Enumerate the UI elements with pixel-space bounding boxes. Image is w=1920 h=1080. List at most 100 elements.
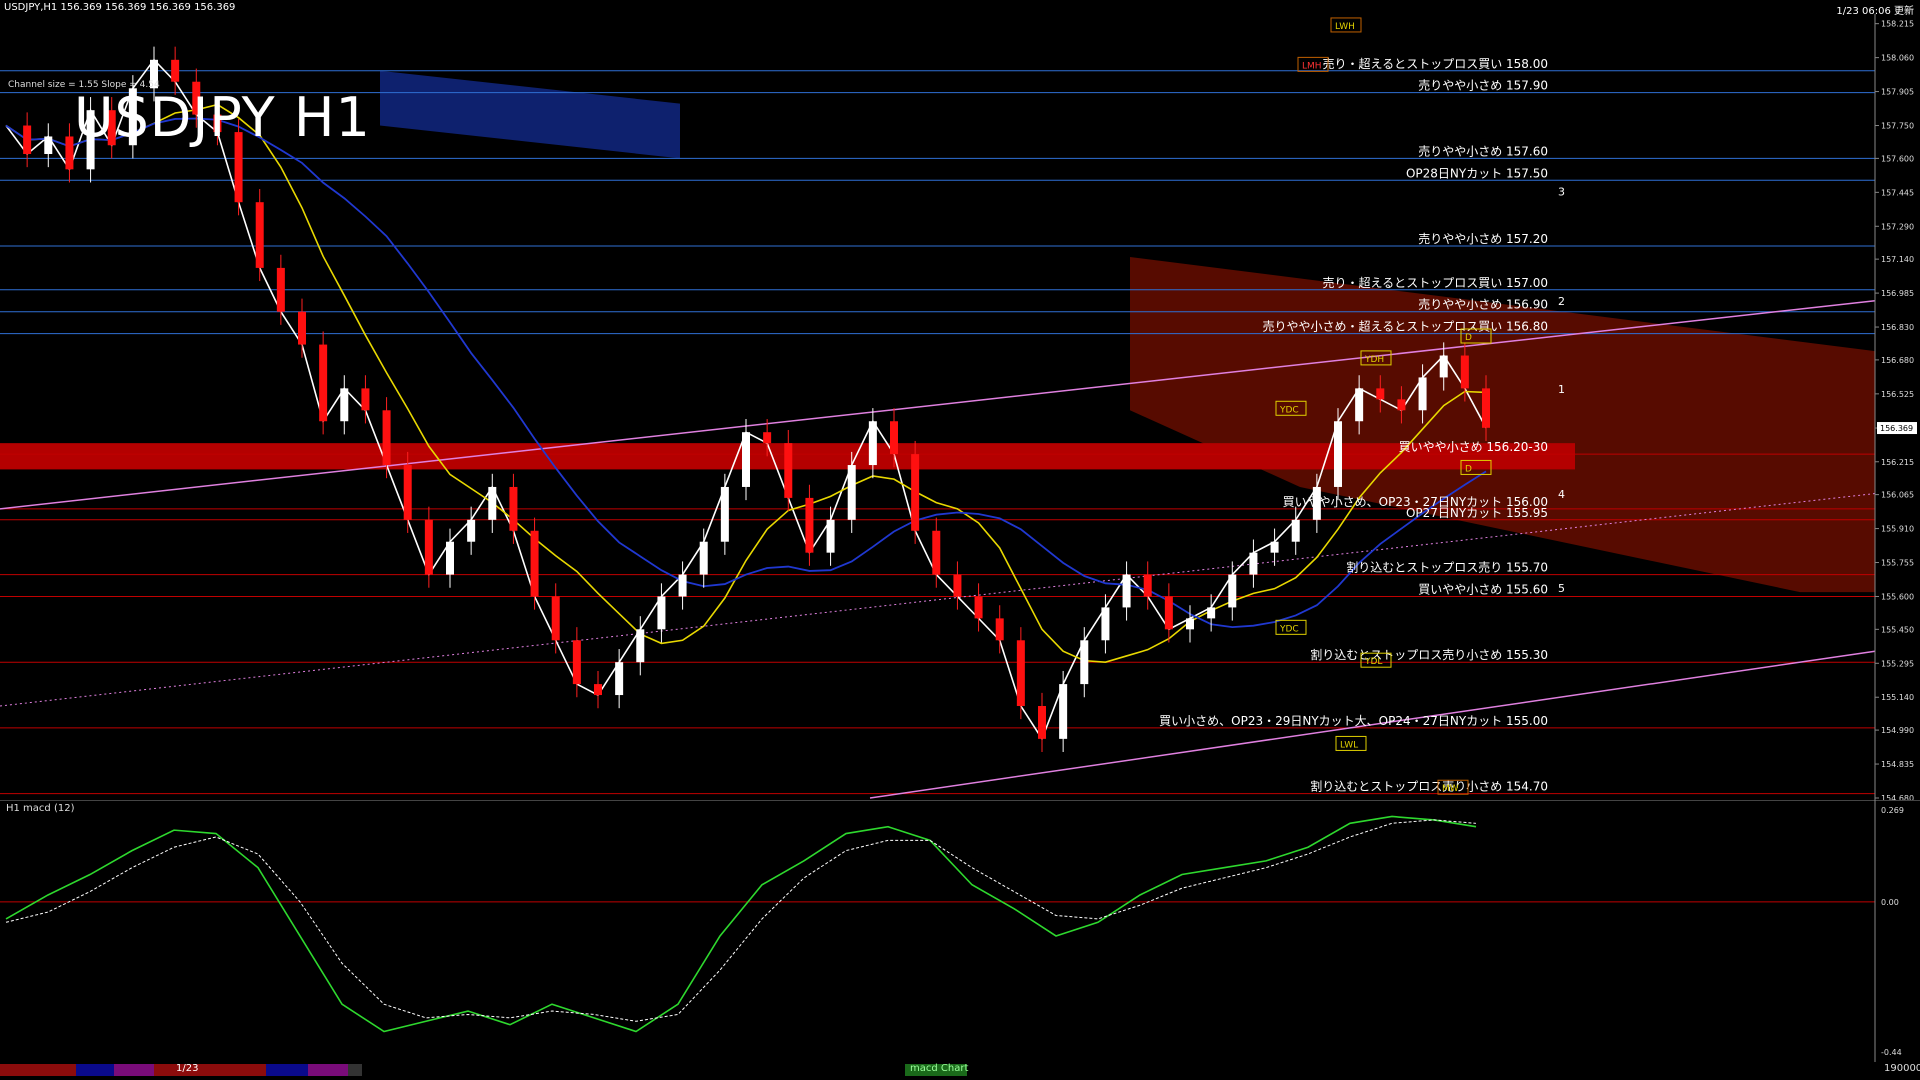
- ytick-label: 157.750: [1881, 122, 1914, 131]
- candle: [446, 541, 454, 575]
- candle: [255, 202, 264, 268]
- candle: [276, 267, 285, 312]
- level-label-8: 買いやや小さめ 156.20-30: [1399, 440, 1548, 454]
- candle: [1080, 640, 1089, 685]
- macd-series: [5, 815, 1477, 1033]
- marker-d: D: [1465, 333, 1472, 343]
- ytick-label: 154.990: [1881, 726, 1914, 735]
- tab-purple-2[interactable]: [308, 1064, 348, 1076]
- candle: [1334, 421, 1342, 487]
- ytick-label: 155.450: [1881, 625, 1914, 634]
- candle: [1164, 596, 1173, 630]
- ytick-label: 156.680: [1881, 356, 1914, 365]
- candle: [1397, 399, 1406, 411]
- candle: [1270, 541, 1279, 553]
- candle: [805, 497, 814, 553]
- candle: [615, 662, 624, 696]
- candle: [361, 388, 370, 411]
- projection-label: 5: [1558, 582, 1565, 595]
- tab-purple[interactable]: [114, 1064, 154, 1076]
- symbol-info: USDJPY,H1 156.369 156.369 156.369 156.36…: [4, 2, 236, 13]
- marker-lmh: LMH: [1302, 61, 1322, 71]
- macd-signal: [5, 819, 1477, 1022]
- marker-ydc: YDC: [1279, 405, 1299, 415]
- candle: [1355, 388, 1364, 422]
- tab-gray[interactable]: [348, 1064, 362, 1076]
- candle: [530, 530, 539, 597]
- candle: [1249, 552, 1258, 575]
- ytick-label: 156.985: [1881, 289, 1914, 298]
- candle: [699, 541, 708, 575]
- macd-panel[interactable]: 0.269 0.00 -0.44: [0, 800, 1920, 1062]
- ytick-label: 157.600: [1881, 154, 1914, 163]
- level-label-15: 割り込むとストップロス売り小さめ 154.70: [1310, 779, 1548, 794]
- candle: [890, 421, 898, 455]
- level-label-1: 売りやや小さめ 157.90: [1418, 78, 1548, 93]
- macd-main: [5, 815, 1477, 1033]
- ytick-label: 156.215: [1881, 458, 1914, 467]
- candle: [784, 443, 793, 498]
- candle: [1460, 355, 1469, 389]
- macd-tab-label: macd Chart: [910, 1063, 969, 1074]
- candle: [1376, 388, 1385, 400]
- ytick-label: 155.600: [1881, 592, 1914, 601]
- blue-cloud: [380, 70, 680, 159]
- candle: [1038, 706, 1046, 739]
- candle: [298, 311, 306, 345]
- ytick-label: 154.835: [1881, 760, 1914, 769]
- macd-grid: [0, 800, 1920, 1062]
- marker-ydh: YDH: [1364, 355, 1384, 365]
- candle: [1143, 574, 1152, 597]
- ytick-label: 156.830: [1881, 323, 1914, 332]
- candle: [467, 519, 476, 542]
- candle: [742, 432, 750, 487]
- level-label-11: 割り込むとストップロス売り 155.70: [1346, 560, 1548, 575]
- projection-label: 4: [1558, 488, 1565, 501]
- macd-tick-label: 0.269: [1881, 806, 1904, 815]
- macd-label: H1 macd (12): [6, 803, 75, 814]
- candle: [657, 596, 666, 630]
- candle: [403, 465, 412, 520]
- ytick-label: 156.065: [1881, 491, 1914, 500]
- level-label-13: 割り込むとストップロス売り小さめ 155.30: [1310, 647, 1548, 662]
- macd-tick-label: -0.44: [1881, 1048, 1902, 1057]
- marker-lwl: LWL: [1340, 740, 1358, 750]
- tab-red[interactable]: [0, 1064, 76, 1076]
- level-label-7: 売りやや小さめ・超えるとストップロス買い 156.80: [1263, 319, 1548, 334]
- tab-blue[interactable]: [76, 1064, 114, 1076]
- price-axis: 158.215 158.060 157.905 157.750 157.600 157.4…: [1874, 14, 1917, 800]
- ytick-label: 157.140: [1881, 255, 1914, 264]
- candle: [340, 388, 349, 422]
- candle: [1228, 574, 1237, 608]
- level-label-10: OP27日NYカット 155.95: [1406, 506, 1548, 520]
- marker-ydl: YDL: [1364, 657, 1382, 667]
- candle: [424, 519, 433, 575]
- level-label-3: OP28日NYカット 157.50: [1406, 166, 1548, 180]
- candle: [868, 421, 877, 466]
- candle: [1482, 388, 1490, 428]
- tab-red-2[interactable]: [154, 1064, 266, 1076]
- candle: [319, 344, 328, 422]
- macd-tick-label: 0.00: [1881, 898, 1899, 907]
- candle: [44, 136, 53, 154]
- candle: [932, 530, 941, 575]
- candle: [594, 684, 602, 696]
- macd-axis: 0.269 0.00 -0.44: [1881, 806, 1904, 1057]
- level-label-0: 売り・超えるとストップロス買い 158.00: [1323, 56, 1548, 71]
- candle: [995, 618, 1004, 641]
- projection-label: 1: [1558, 383, 1565, 396]
- candle: [23, 125, 32, 154]
- projection-label: 2: [1558, 295, 1565, 308]
- candle: [551, 596, 560, 641]
- candle: [1291, 519, 1300, 542]
- candle: [488, 486, 497, 520]
- ytick-label: 158.215: [1881, 20, 1914, 29]
- candle: [65, 136, 74, 170]
- ytick-label: 157.290: [1881, 222, 1914, 231]
- tab-blue-2[interactable]: [266, 1064, 308, 1076]
- candle: [1122, 574, 1131, 608]
- marker-d: D: [1465, 464, 1472, 474]
- channel-info: Channel size = 1.55 Slope = 4.54: [8, 80, 160, 90]
- level-label-4: 売りやや小さめ 157.20: [1418, 231, 1548, 246]
- ytick-label: 155.910: [1881, 525, 1914, 534]
